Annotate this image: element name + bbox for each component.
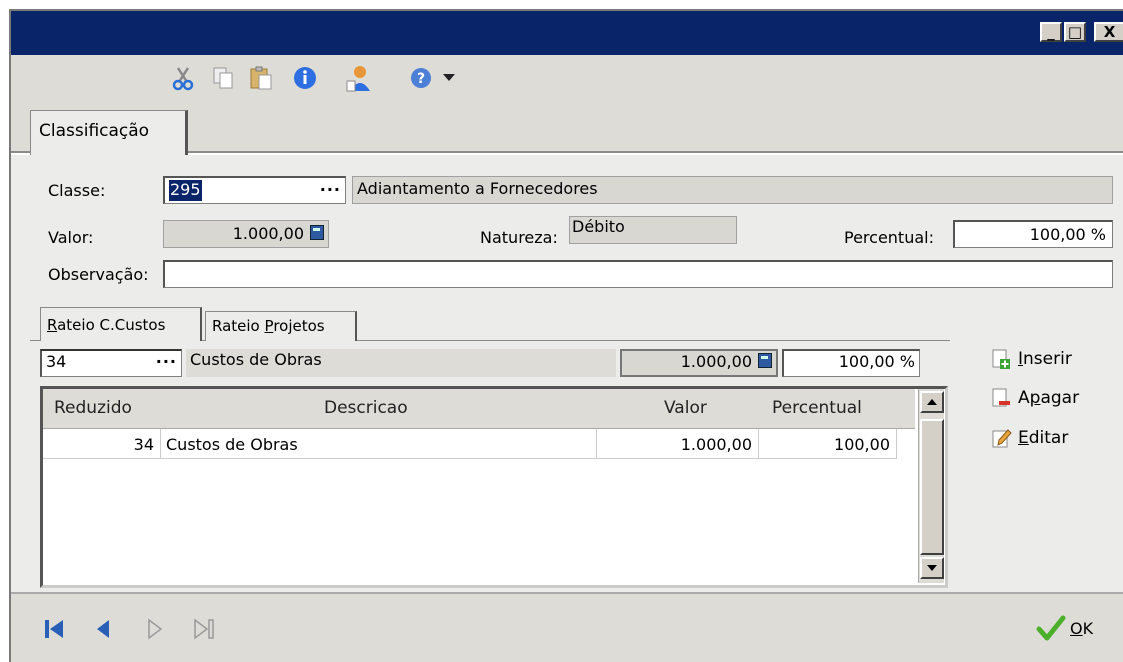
ok-accel: O	[1070, 618, 1083, 638]
rateio-valor-field[interactable]: 1.000,00	[620, 349, 778, 377]
cell-divider	[896, 429, 897, 459]
classe-label: Classe:	[48, 181, 106, 200]
cell-divider	[758, 429, 759, 459]
inserir-label: nserir	[1023, 349, 1072, 369]
inserir-button[interactable]: Inserir	[990, 345, 1072, 373]
classe-lookup-button[interactable]: ···	[320, 180, 341, 201]
next-record-button[interactable]	[140, 615, 168, 643]
ok-button[interactable]: OK	[1036, 612, 1093, 644]
tab-rateio-custos-accel: R	[47, 316, 58, 334]
last-record-icon	[194, 618, 214, 640]
rateio-description: Custos de Obras	[186, 349, 616, 377]
natureza-label: Natureza:	[480, 228, 558, 247]
percentual-label: Percentual:	[844, 228, 934, 247]
copy-icon[interactable]	[208, 63, 238, 93]
tab-rateio-projetos-accel: P	[264, 317, 274, 335]
classe-code: 295	[169, 180, 202, 201]
observacao-input[interactable]	[163, 260, 1113, 288]
check-icon	[1036, 615, 1066, 641]
scroll-thumb[interactable]	[920, 419, 944, 555]
paste-icon[interactable]	[246, 63, 276, 93]
percentual-input[interactable]: 100,00 %	[953, 220, 1113, 248]
cell-divider	[160, 429, 161, 459]
editar-button[interactable]: Editar	[990, 424, 1068, 452]
tab-rateio-projetos-label-b: rojetos	[273, 317, 325, 335]
tab-label: Classificação	[39, 121, 150, 141]
rateio-code: 34	[46, 352, 67, 371]
maximize-button[interactable]: □	[1064, 22, 1086, 42]
info-icon[interactable]	[290, 63, 320, 93]
observacao-label: Observação:	[48, 265, 149, 284]
tab-rateio-custos-label: ateio C.Custos	[57, 316, 166, 334]
close-button[interactable]: X	[1094, 22, 1123, 42]
next-record-icon	[148, 618, 163, 640]
calculator-icon[interactable]	[310, 225, 324, 240]
calculator-icon[interactable]	[758, 353, 772, 368]
svg-text:?: ?	[417, 71, 425, 87]
column-header-valor[interactable]: Valor	[664, 398, 707, 418]
previous-record-icon	[97, 620, 109, 638]
ok-label: K	[1082, 618, 1094, 638]
cell-percentual: 100,00	[834, 435, 890, 454]
tab-rateio-projetos-label-a: Rateio	[212, 317, 265, 335]
rateio-percentual-input[interactable]: 100,00 %	[782, 349, 920, 377]
cell-descricao: Custos de Obras	[166, 435, 298, 454]
valor-field[interactable]: 1.000,00	[163, 220, 329, 248]
insert-icon	[992, 349, 1010, 369]
natureza-value: Débito	[569, 216, 737, 244]
first-record-icon	[45, 620, 63, 638]
column-header-reduzido[interactable]: Reduzido	[54, 398, 132, 418]
first-record-button[interactable]	[40, 615, 68, 643]
delete-icon	[992, 388, 1010, 407]
column-header-descricao[interactable]: Descricao	[324, 398, 408, 418]
classe-description: Adiantamento a Fornecedores	[352, 176, 1113, 204]
tab-rateio-custos[interactable]: Rateio C.Custos	[40, 307, 202, 341]
apagar-button[interactable]: Apagar	[990, 384, 1079, 412]
editar-accel: E	[1018, 428, 1029, 448]
maximize-icon: □	[1067, 22, 1083, 41]
rateio-lookup-button[interactable]: ···	[156, 352, 177, 375]
apagar-label-a: A	[1018, 388, 1030, 408]
last-record-button[interactable]	[190, 615, 218, 643]
arrow-down-icon	[927, 565, 937, 571]
valor-label: Valor:	[48, 228, 94, 247]
rateio-valor: 1.000,00	[680, 352, 752, 371]
footer-bar	[11, 592, 1123, 662]
cell-divider	[596, 429, 597, 459]
close-icon: X	[1103, 22, 1116, 41]
cell-reduzido: 34	[133, 435, 154, 454]
user-icon[interactable]	[344, 63, 374, 93]
title-bar[interactable]	[11, 11, 1123, 55]
minimize-icon: _	[1047, 22, 1055, 41]
edit-icon	[992, 429, 1012, 448]
classe-input[interactable]: 295 ···	[163, 176, 346, 204]
cut-icon[interactable]	[168, 63, 198, 93]
scroll-up-button[interactable]	[920, 391, 944, 413]
dropdown-arrow-icon[interactable]	[440, 63, 458, 93]
scroll-down-button[interactable]	[920, 557, 944, 579]
column-header-percentual[interactable]: Percentual	[772, 398, 862, 418]
editar-label: ditar	[1028, 428, 1069, 448]
tab-rateio-projetos[interactable]: Rateio Projetos	[205, 311, 357, 341]
rateio-code-input[interactable]: 34 ···	[40, 349, 182, 377]
help-icon[interactable]: ?	[406, 63, 436, 93]
previous-record-button[interactable]	[90, 615, 118, 643]
cell-valor: 1.000,00	[680, 435, 752, 454]
apagar-label-b: agar	[1040, 388, 1080, 408]
minimize-button[interactable]: _	[1040, 22, 1062, 42]
apagar-accel: p	[1029, 388, 1041, 408]
valor-value: 1.000,00	[232, 224, 304, 243]
tab-classificacao[interactable]: Classificação	[30, 110, 188, 155]
arrow-up-icon	[927, 399, 937, 405]
